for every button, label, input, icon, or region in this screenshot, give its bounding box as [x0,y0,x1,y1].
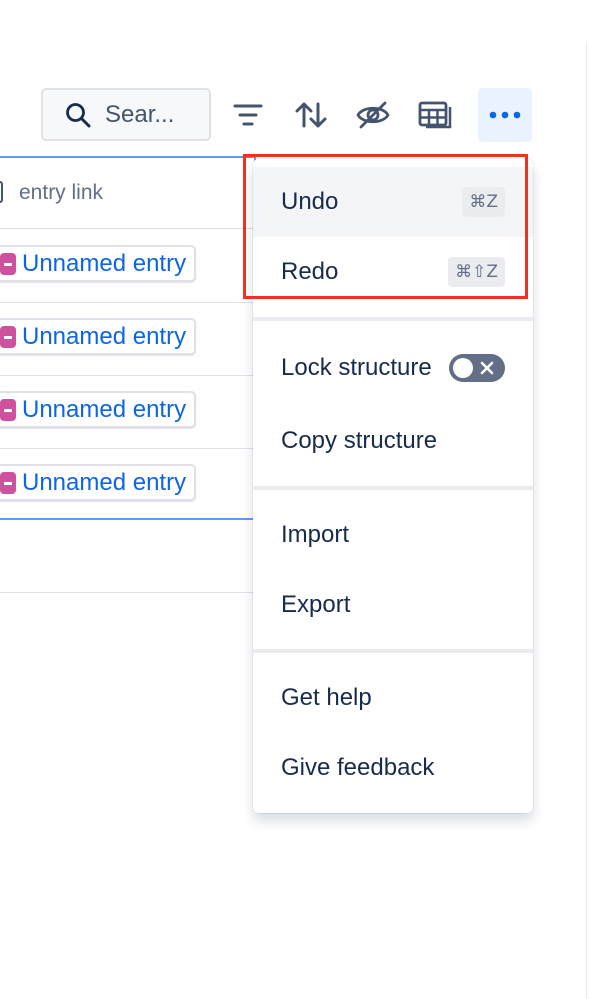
entry-label: Unnamed entry [22,322,187,350]
sort-icon [295,102,327,128]
entry-icon [0,325,16,348]
toggle-knob [453,358,473,378]
entry-label: Unnamed entry [22,468,187,496]
menu-item-label: Export [281,591,351,618]
menu-item-get-help[interactable]: Get help [253,663,533,733]
menu-item-label: Get help [281,684,372,711]
menu-item-label: Give feedback [281,754,435,781]
entry-chip[interactable]: Unnamed entry [0,245,197,282]
hide-fields-button[interactable] [346,88,400,142]
entry-icon [0,398,16,421]
hide-fields-icon [356,101,390,129]
entry-icon [0,252,16,275]
search-icon [66,102,91,127]
table-header: entry link [0,158,254,229]
entry-chip[interactable]: Unnamed entry [0,391,197,428]
menu-divider [253,649,533,653]
menu-item-export[interactable]: Export [253,570,533,640]
sort-button[interactable] [284,88,338,142]
table-row[interactable]: Unnamed entry [0,229,254,303]
search-box[interactable] [41,88,211,141]
menu-item-copy-structure[interactable]: Copy structure [253,406,533,476]
menu-item-import[interactable]: Import [253,500,533,570]
menu-item-label: Copy structure [281,427,438,454]
table-view-icon [418,101,452,129]
menu-item-lock-structure[interactable]: Lock structure [253,333,533,403]
entry-label: Unnamed entry [22,395,187,423]
entry-chip[interactable]: Unnamed entry [0,464,197,501]
table-view-button[interactable] [408,88,462,142]
entry-label: Unnamed entry [22,249,187,277]
menu-item-give-feedback[interactable]: Give feedback [253,733,533,803]
filter-button[interactable] [221,88,275,142]
menu-divider [253,486,533,490]
lock-structure-toggle[interactable] [449,354,505,382]
table-row[interactable]: Unnamed entry [0,375,254,449]
search-input[interactable] [105,100,195,129]
column-header-label: entry link [19,181,104,204]
close-icon [480,361,494,375]
menu-divider [253,317,533,321]
highlight-box [243,154,528,299]
entry-chip[interactable]: Unnamed entry [0,318,197,355]
panel-divider [586,42,587,999]
menu-item-label: Lock structure [281,354,432,381]
row-divider [0,592,254,593]
more-actions-button[interactable] [478,88,532,142]
table-row[interactable]: Unnamed entry [0,448,254,521]
more-icon [489,111,521,119]
entry-icon [0,471,16,494]
table-row[interactable]: Unnamed entry [0,302,254,376]
menu-item-label: Import [281,521,350,548]
link-field-icon [0,181,3,203]
filter-icon [233,104,263,126]
